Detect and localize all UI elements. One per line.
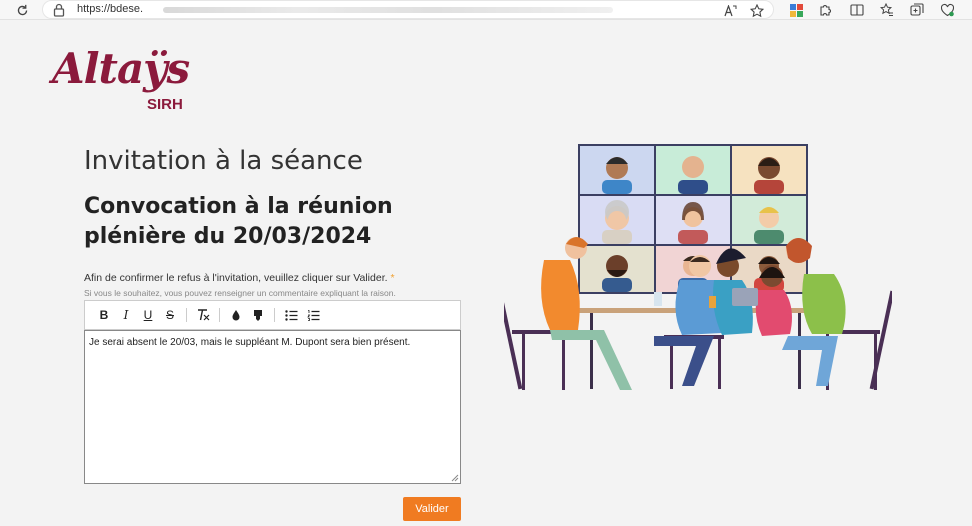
comment-textarea[interactable]: Je serai absent le 20/03, mais le supplé…	[84, 330, 461, 484]
comment-text: Je serai absent le 20/03, mais le supplé…	[89, 337, 411, 348]
strikethrough-button[interactable]: S	[159, 305, 181, 325]
url-text: https://bdese.	[77, 3, 144, 15]
favorite-star-icon[interactable]	[749, 3, 765, 19]
comment-field-label: Afin de confirmer le refus à l'invitatio…	[84, 272, 395, 284]
logo-sirh: SIRH	[147, 96, 183, 113]
comment-hint: Si vous le souhaitez, vous pouvez rensei…	[84, 288, 396, 298]
text-color-icon[interactable]	[225, 305, 247, 325]
extension-icon[interactable]	[788, 2, 804, 18]
favorites-icon[interactable]	[879, 2, 895, 18]
puzzle-extensions-icon[interactable]	[817, 2, 833, 18]
reload-icon[interactable]	[14, 2, 30, 18]
highlight-color-icon[interactable]	[247, 305, 269, 325]
clear-format-icon[interactable]	[192, 305, 214, 325]
page-title: Invitation à la séance	[84, 146, 363, 176]
toolbar-divider	[219, 308, 220, 322]
italic-button[interactable]: I	[115, 305, 137, 325]
address-bar[interactable]: https://bdese.	[42, 0, 774, 19]
numbered-list-icon[interactable]	[302, 305, 324, 325]
comment-label-text: Afin de confirmer le refus à l'invitatio…	[84, 272, 388, 284]
validate-button[interactable]: Valider	[403, 497, 461, 521]
required-marker: *	[390, 272, 395, 284]
underline-button[interactable]: U	[137, 305, 159, 325]
browser-toolbar: https://bdese.	[0, 0, 972, 20]
split-screen-icon[interactable]	[849, 2, 865, 18]
lock-icon	[53, 3, 67, 17]
altays-logo: Altaÿs SIRH	[52, 44, 192, 124]
meeting-illustration	[504, 144, 892, 390]
meeting-subtitle: Convocation à la réunion plénière du 20/…	[84, 194, 393, 249]
resize-handle-icon[interactable]	[451, 474, 459, 482]
toolbar-divider	[186, 308, 187, 322]
collections-icon[interactable]	[909, 2, 925, 18]
url-redacted	[163, 7, 613, 13]
performance-heart-icon[interactable]	[939, 2, 955, 18]
editor-toolbar: B I U S	[84, 300, 461, 330]
logo-script: Altaÿs	[52, 44, 190, 93]
bullet-list-icon[interactable]	[280, 305, 302, 325]
bold-button[interactable]: B	[93, 305, 115, 325]
toolbar-divider	[274, 308, 275, 322]
read-aloud-icon[interactable]	[723, 3, 739, 19]
